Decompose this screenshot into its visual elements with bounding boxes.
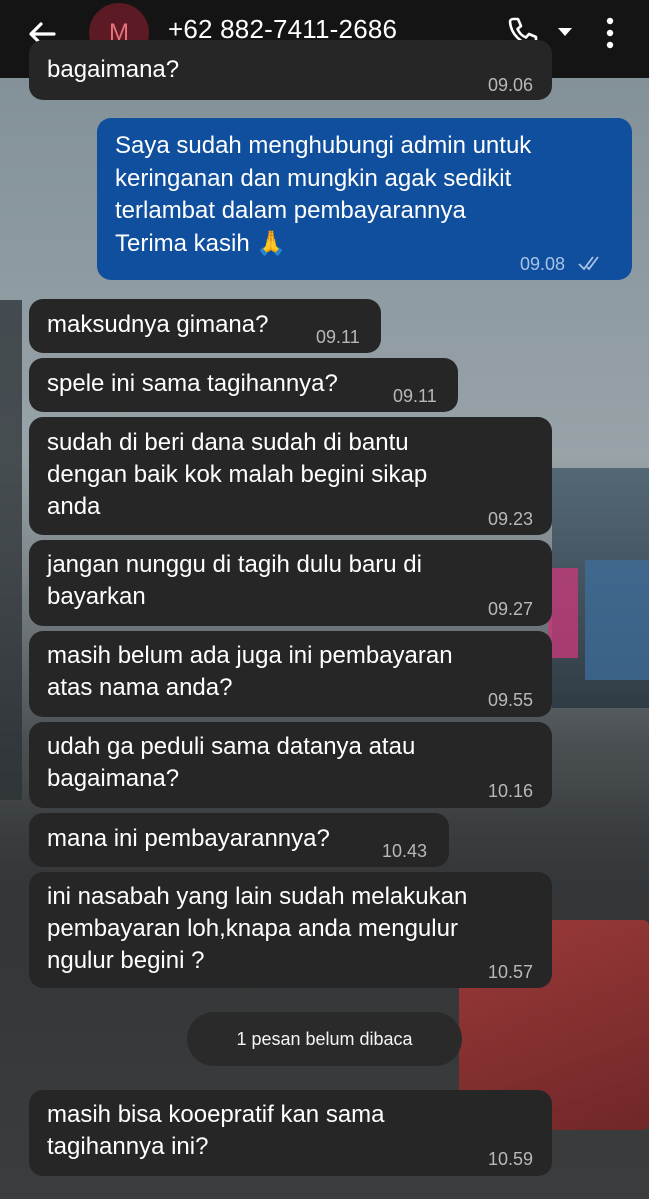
message-time: 09.23 (488, 509, 534, 529)
message-text: bagaimana? (47, 56, 180, 83)
message-text: sudah di beri dana sudah di bantu dengan… (47, 429, 428, 520)
message-text: masih belum ada juga ini pembayaran atas… (47, 642, 453, 701)
message-bubble-incoming[interactable]: spele ini sama tagihannya? 09.11 (29, 358, 458, 412)
message-bubble-incoming[interactable]: udah ga peduli sama datanya atau bagaima… (29, 722, 552, 808)
message-time: 09.27 (488, 599, 534, 619)
message-text: Saya sudah menghubungi admin untuk kerin… (115, 132, 532, 257)
message-bubble-incoming[interactable]: ini nasabah yang lain sudah melakukan pe… (29, 872, 552, 988)
message-bubble-incoming[interactable]: bagaimana? 09.06 (29, 40, 552, 100)
message-text: mana ini pembayarannya? (47, 825, 330, 852)
message-bubble-incoming[interactable]: masih bisa kooepratif kan sama tagihanny… (29, 1090, 552, 1176)
more-options-icon[interactable] (604, 16, 616, 50)
read-receipt-icon (578, 256, 599, 271)
background-building (0, 300, 22, 800)
unread-messages-banner: 1 pesan belum dibaca (187, 1012, 462, 1066)
message-bubble-incoming[interactable]: mana ini pembayarannya? 10.43 (29, 813, 449, 867)
message-time: 09.11 (393, 386, 437, 406)
message-time: 10.43 (382, 841, 428, 861)
background-sign (548, 568, 578, 658)
message-text: maksudnya gimana? (47, 311, 269, 338)
message-time: 09.11 (316, 327, 360, 347)
message-bubble-incoming[interactable]: jangan nunggu di tagih dulu baru di baya… (29, 540, 552, 626)
background-screen (585, 560, 649, 680)
message-text: masih bisa kooepratif kan sama tagihanny… (47, 1101, 385, 1160)
message-text: spele ini sama tagihannya? (47, 370, 338, 397)
message-time: 09.06 (488, 75, 534, 95)
message-time: 10.57 (488, 962, 534, 982)
message-time: 09.08 (520, 254, 566, 274)
message-text: jangan nunggu di tagih dulu baru di baya… (47, 551, 422, 610)
message-bubble-incoming[interactable]: maksudnya gimana? 09.11 (29, 299, 381, 353)
message-bubble-incoming[interactable]: masih belum ada juga ini pembayaran atas… (29, 631, 552, 717)
message-time: 10.16 (488, 781, 534, 801)
message-text: ini nasabah yang lain sudah melakukan pe… (47, 883, 468, 974)
message-text: udah ga peduli sama datanya atau bagaima… (47, 733, 416, 792)
message-time: 10.59 (488, 1149, 534, 1169)
chevron-down-icon[interactable] (556, 26, 574, 38)
message-bubble-incoming[interactable]: sudah di beri dana sudah di bantu dengan… (29, 417, 552, 535)
message-time: 09.55 (488, 690, 534, 710)
message-bubble-outgoing[interactable]: Saya sudah menghubungi admin untuk kerin… (97, 118, 632, 280)
